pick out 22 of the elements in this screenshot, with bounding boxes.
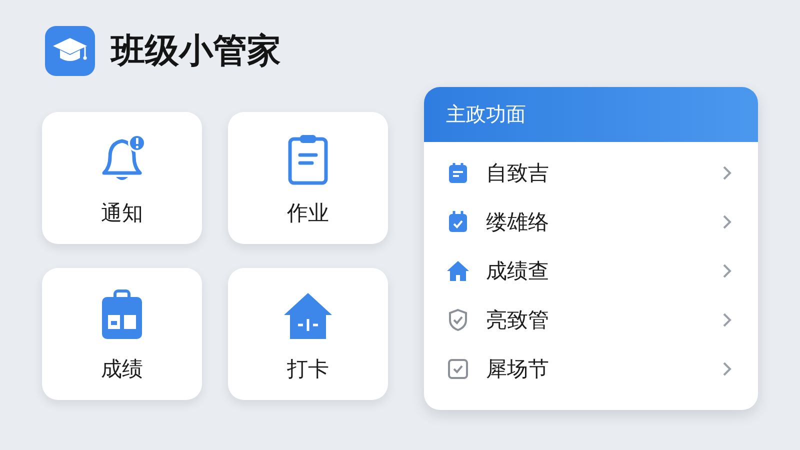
chevron-right-icon [722,312,732,328]
graduation-cap-icon [45,26,95,76]
menu-item[interactable]: 成绩查 [424,246,758,295]
notepad-icon [446,160,470,184]
checkbox-icon [446,356,470,380]
feature-tile[interactable]: 打卡 [228,268,388,400]
panel-title: 主政功面 [446,101,526,128]
app-title: 班级小管家 [111,30,281,73]
feature-tile[interactable]: 成绩 [42,268,202,400]
home-icon [446,258,470,282]
menu-item[interactable]: 亮致管 [424,295,758,344]
chevron-right-icon [722,214,732,230]
chevron-right-icon [722,360,732,376]
feature-tile[interactable]: 作业 [228,112,388,244]
menu-item[interactable]: 自致吉 [424,148,758,197]
shield-check-icon [446,308,470,332]
chevron-right-icon [722,164,732,180]
menu-item[interactable]: 缕雄络 [424,197,758,246]
feature-tile[interactable]: 通知 [42,112,202,244]
chevron-right-icon [722,262,732,278]
calendar-check-icon [446,210,470,234]
menu-item[interactable]: 犀场节 [424,344,758,393]
